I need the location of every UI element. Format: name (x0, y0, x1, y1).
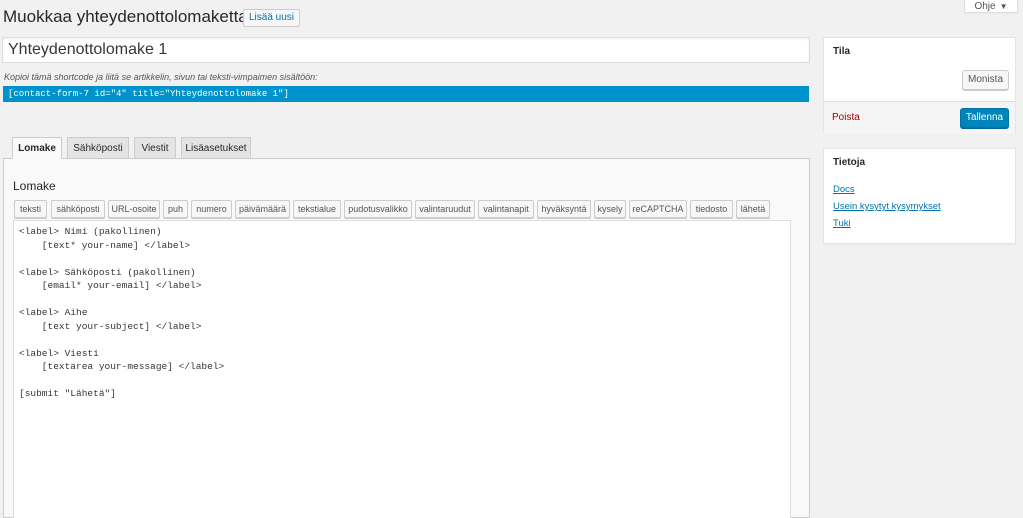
form-editor-textarea[interactable]: <label> Nimi (pakollinen) [text* your-na… (13, 220, 791, 518)
shortcode-field[interactable]: [contact-form-7 id="4" title="Yhteydenot… (3, 86, 809, 102)
shortcode-hint: Kopioi tämä shortcode ja liitä se artikk… (4, 72, 318, 82)
help-label: Ohje (974, 0, 996, 12)
tag-button-valintanapit[interactable]: valintanapit (478, 200, 534, 218)
tag-button-puh[interactable]: puh (163, 200, 188, 218)
tag-button-recaptcha[interactable]: reCAPTCHA (629, 200, 687, 218)
tag-button-tekstialue[interactable]: tekstialue (293, 200, 341, 218)
docs-link[interactable]: Docs (833, 184, 855, 195)
form-title-input[interactable]: Yhteydenottolomake 1 (2, 37, 810, 63)
support-link[interactable]: Tuki (833, 218, 851, 229)
tab-viestit[interactable]: Viestit (134, 137, 176, 159)
info-box: Tietoja Docs Usein kysytyt kysymykset Tu… (823, 148, 1016, 244)
tab-sahkoposti[interactable]: Sähköposti (67, 137, 129, 159)
tag-button-valintaruudut[interactable]: valintaruudut (415, 200, 475, 218)
info-box-title: Tietoja (833, 157, 866, 168)
status-box-title: Tila (833, 46, 851, 57)
tab-lisaasetukset[interactable]: Lisäasetukset (181, 137, 251, 159)
tag-button-kysely[interactable]: kysely (594, 200, 626, 218)
duplicate-button[interactable]: Monista (962, 70, 1009, 90)
status-box: Tila Monista Poista Tallenna (823, 37, 1016, 134)
delete-link[interactable]: Poista (832, 112, 860, 123)
tag-button-tiedosto[interactable]: tiedosto (690, 200, 733, 218)
save-button[interactable]: Tallenna (960, 108, 1009, 128)
form-panel: Lomake teksti sähköposti URL-osoite puh … (3, 158, 810, 518)
panel-title: Lomake (13, 179, 56, 193)
tag-button-pudotusvalikko[interactable]: pudotusvalikko (344, 200, 412, 218)
add-new-button[interactable]: Lisää uusi (243, 9, 301, 27)
tag-button-teksti[interactable]: teksti (14, 200, 47, 218)
tag-button-numero[interactable]: numero (191, 200, 232, 218)
tag-button-laheta[interactable]: lähetä (736, 200, 770, 218)
page-title: Muokkaa yhteydenottolomaketta (3, 7, 248, 26)
tag-button-hyvaksynta[interactable]: hyväksyntä (537, 200, 591, 218)
tag-button-sahkoposti[interactable]: sähköposti (51, 200, 105, 218)
caret-down-icon: ▼ (999, 1, 1008, 11)
faq-link[interactable]: Usein kysytyt kysymykset (833, 201, 941, 212)
tag-button-url[interactable]: URL-osoite (108, 200, 160, 218)
tab-lomake[interactable]: Lomake (12, 137, 62, 159)
status-actions: Poista Tallenna (824, 101, 1015, 134)
help-tab[interactable]: Ohje ▼ (964, 0, 1018, 13)
tag-button-paivamaara[interactable]: päivämäärä (235, 200, 290, 218)
